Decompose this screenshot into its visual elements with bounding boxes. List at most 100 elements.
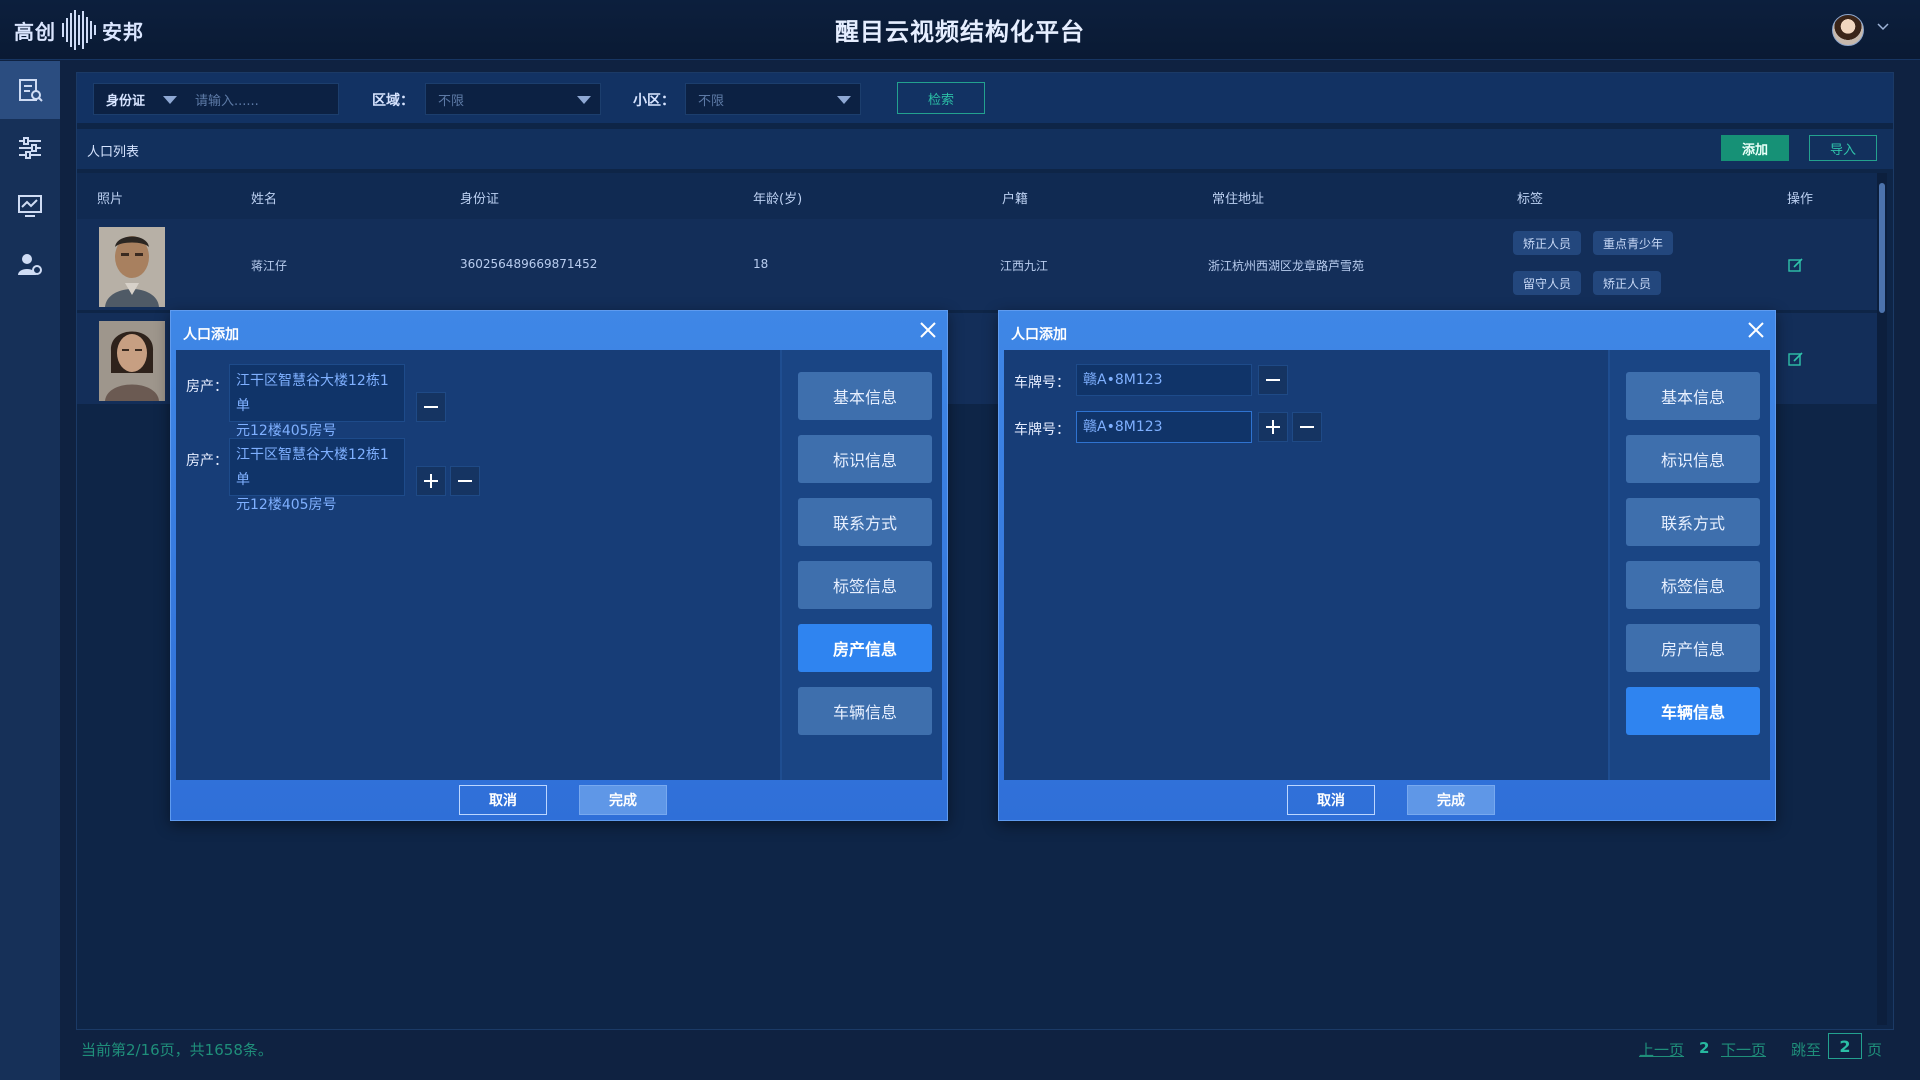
- sidebar-item-monitor[interactable]: [0, 177, 60, 235]
- jump-page-input[interactable]: 2: [1828, 1033, 1862, 1059]
- page-summary: 当前第2/16页，共1658条。: [81, 1041, 273, 1059]
- monitor-icon: [18, 195, 42, 217]
- remove-property-button[interactable]: [416, 392, 446, 422]
- id-search-placeholder: 请输入......: [195, 93, 259, 109]
- tag-badge: 矫正人员: [1513, 231, 1582, 255]
- done-button[interactable]: 完成: [579, 785, 667, 815]
- person-photo: [99, 321, 165, 401]
- user-avatar[interactable]: [1832, 14, 1864, 46]
- id-search-input[interactable]: 请输入......: [183, 83, 339, 115]
- modal-nav: 基本信息 标识信息 联系方式 标签信息 房产信息 车辆信息: [782, 350, 942, 780]
- add-button[interactable]: 添加: [1721, 135, 1789, 161]
- population-add-modal-property: 人口添加 房产： 江干区智慧谷大楼12栋1单 元12楼405房号 房产： 江干区…: [170, 310, 948, 821]
- population-add-modal-vehicle: 人口添加 车牌号： 赣A•8M123 车牌号： 赣A•8M123 基本信息 标识…: [998, 310, 1776, 821]
- done-button[interactable]: 完成: [1407, 785, 1495, 815]
- header: 高创 安邦 醒目云视频结构化平台: [0, 0, 1920, 60]
- app-title: 醒目云视频结构化平台: [835, 18, 1085, 46]
- column-header: 身份证: [460, 192, 500, 207]
- person-photo: [99, 227, 165, 307]
- column-header: 标签: [1517, 192, 1544, 207]
- prev-page-link[interactable]: 上一页: [1639, 1039, 1684, 1060]
- area-label: 区域：: [372, 93, 414, 109]
- area-value: 不限: [438, 93, 465, 109]
- nav-vehicle-info[interactable]: 车辆信息: [1626, 687, 1760, 735]
- plate-label: 车牌号：: [1014, 422, 1070, 438]
- property-line: 江干区智慧谷大楼12栋1单: [236, 373, 389, 414]
- property-line: 江干区智慧谷大楼12栋1单: [236, 447, 389, 488]
- table-row[interactable]: 蒋江仔 360256489669871452 18 江西九江 浙江杭州西湖区龙章…: [77, 219, 1877, 311]
- cell-id: 360256489669871452: [460, 257, 598, 271]
- remove-plate-button[interactable]: [1292, 412, 1322, 442]
- nav-basic-info[interactable]: 基本信息: [1626, 372, 1760, 420]
- modal-nav: 基本信息 标识信息 联系方式 标签信息 房产信息 车辆信息: [1610, 350, 1770, 780]
- sidebar: [0, 61, 60, 1080]
- nav-basic-info[interactable]: 基本信息: [798, 372, 932, 420]
- cancel-button[interactable]: 取消: [459, 785, 547, 815]
- property-label: 房产：: [186, 379, 228, 395]
- sliders-icon: [19, 137, 41, 159]
- filter-bar: [77, 73, 1893, 123]
- sidebar-item-user-settings[interactable]: [0, 235, 60, 293]
- property-field[interactable]: 江干区智慧谷大楼12栋1单 元12楼405房号: [229, 364, 405, 439]
- scrollbar-thumb[interactable]: [1879, 183, 1885, 313]
- chevron-down-icon: [163, 96, 177, 104]
- community-value: 不限: [698, 93, 725, 109]
- remove-property-button[interactable]: [450, 466, 480, 496]
- search-button[interactable]: 检索: [897, 82, 985, 114]
- community-select[interactable]: 不限: [685, 83, 861, 115]
- add-plate-button[interactable]: [1258, 412, 1288, 442]
- nav-contact[interactable]: 联系方式: [798, 498, 932, 546]
- sidebar-item-report[interactable]: [0, 61, 60, 119]
- property-label: 房产：: [186, 453, 228, 469]
- plate-input[interactable]: 赣A•8M123: [1076, 364, 1252, 396]
- next-page-link[interactable]: 下一页: [1721, 1039, 1766, 1060]
- cell-name: 蒋江仔: [251, 259, 288, 273]
- minus-icon: [424, 406, 438, 408]
- import-button[interactable]: 导入: [1809, 135, 1877, 161]
- property-field[interactable]: 江干区智慧谷大楼12栋1单 元12楼405房号: [229, 438, 405, 513]
- column-header: 照片: [97, 192, 124, 207]
- id-type-value: 身份证: [106, 93, 146, 109]
- nav-vehicle-info[interactable]: 车辆信息: [798, 687, 932, 735]
- nav-property-info[interactable]: 房产信息: [798, 624, 932, 672]
- close-icon[interactable]: [917, 319, 939, 341]
- modal-form: 房产： 江干区智慧谷大楼12栋1单 元12楼405房号 房产： 江干区智慧谷大楼…: [176, 350, 782, 780]
- column-header: 操作: [1787, 192, 1814, 207]
- minus-icon: [1266, 379, 1280, 381]
- community-label: 小区：: [633, 93, 675, 109]
- jump-suffix: 页: [1867, 1041, 1883, 1059]
- report-icon: [19, 79, 43, 102]
- close-icon[interactable]: [1745, 319, 1767, 341]
- tag-badge: 重点青少年: [1593, 231, 1674, 255]
- nav-tag-info[interactable]: 标签信息: [798, 561, 932, 609]
- tag-badge: 矫正人员: [1593, 271, 1662, 295]
- list-title: 人口列表: [87, 145, 140, 160]
- plate-input[interactable]: 赣A•8M123: [1076, 411, 1252, 443]
- modal-title: 人口添加: [1011, 327, 1067, 343]
- cell-age: 18: [753, 257, 769, 271]
- jump-label: 跳至: [1791, 1041, 1822, 1059]
- nav-id-info[interactable]: 标识信息: [1626, 435, 1760, 483]
- cancel-button[interactable]: 取消: [1287, 785, 1375, 815]
- remove-plate-button[interactable]: [1258, 365, 1288, 395]
- area-select[interactable]: 不限: [425, 83, 601, 115]
- sidebar-item-settings[interactable]: [0, 119, 60, 177]
- nav-id-info[interactable]: 标识信息: [798, 435, 932, 483]
- nav-property-info[interactable]: 房产信息: [1626, 624, 1760, 672]
- nav-contact[interactable]: 联系方式: [1626, 498, 1760, 546]
- table-header: 照片 姓名 身份证 年龄(岁) 户籍 常住地址 标签 操作: [77, 173, 1877, 219]
- modal-title: 人口添加: [183, 327, 239, 343]
- chevron-down-icon: [837, 96, 851, 104]
- cell-address: 浙江杭州西湖区龙章路芦雪苑: [1208, 259, 1365, 273]
- minus-icon: [458, 480, 472, 482]
- nav-tag-info[interactable]: 标签信息: [1626, 561, 1760, 609]
- property-line: 元12楼405房号: [236, 497, 337, 513]
- add-property-button[interactable]: [416, 466, 446, 496]
- edit-icon[interactable]: [1788, 351, 1804, 367]
- edit-icon[interactable]: [1788, 257, 1804, 273]
- chevron-down-icon[interactable]: [1876, 20, 1890, 34]
- column-header: 常住地址: [1212, 192, 1265, 207]
- cell-hukou: 江西九江: [1000, 259, 1049, 273]
- user-settings-icon: [18, 254, 42, 275]
- column-header: 户籍: [1002, 192, 1029, 207]
